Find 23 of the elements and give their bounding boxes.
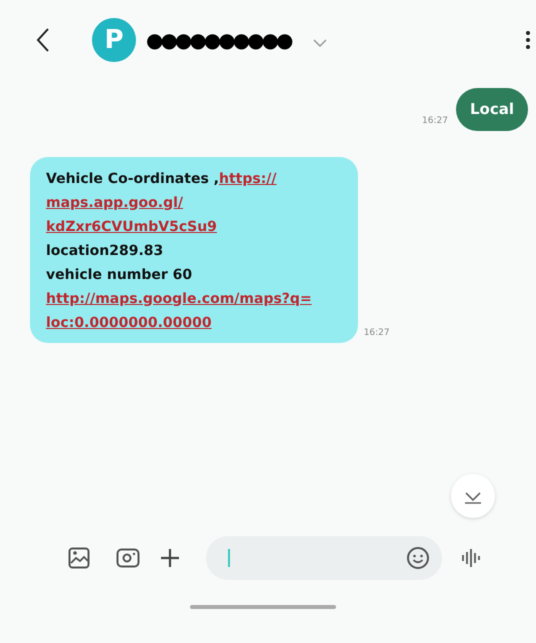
contact-name[interactable]: ●●●●●●●●●● [146,25,291,55]
more-options-icon[interactable] [526,30,530,50]
message-text: vehicle number 60 [46,266,192,282]
image-icon[interactable] [68,547,90,569]
message-link[interactable]: https:// [218,170,277,186]
scroll-down-icon[interactable] [450,473,496,519]
back-icon[interactable] [36,27,50,53]
message-text: Vehicle Co-ordinates , [46,170,219,186]
message-time: 16:27 [364,327,390,340]
voice-icon[interactable] [460,547,482,569]
avatar: P [92,18,136,62]
plus-icon[interactable] [160,548,180,568]
chevron-down-icon[interactable] [312,39,327,47]
message-link[interactable]: kdZxr6CVUmbV5cSu9 [46,218,217,234]
message-text: Local [470,100,514,118]
message-time: 16:27 [422,115,448,128]
message-input-field[interactable] [206,536,442,580]
camera-icon[interactable] [116,548,140,568]
message-link[interactable]: maps.app.goo.gl/ [46,194,184,210]
emoji-icon[interactable] [406,546,430,570]
message-link[interactable]: loc:0.0000000.00000 [46,314,212,330]
message-link[interactable]: http://maps.google.com/maps?q= [46,290,312,306]
message-text: location289.83 [46,242,164,258]
